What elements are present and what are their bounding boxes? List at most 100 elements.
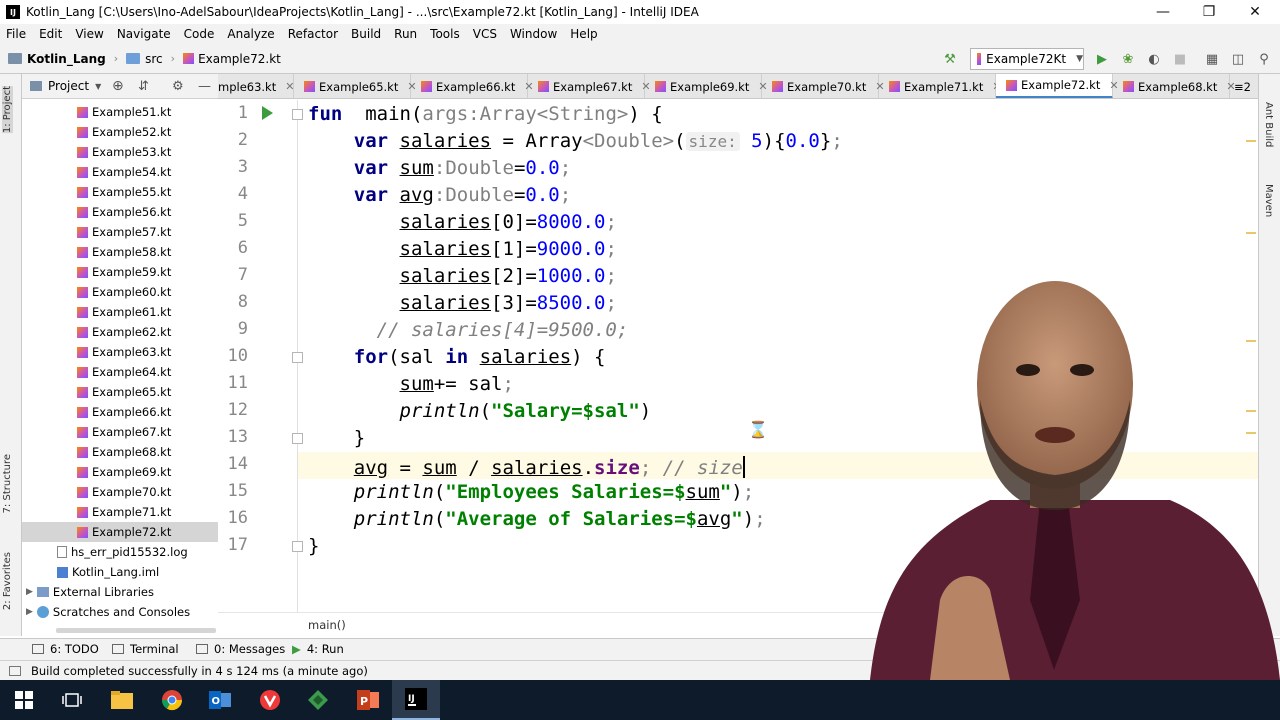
tree-item[interactable]: Example65.kt — [22, 382, 218, 402]
todo-tool-button[interactable]: 6: TODO — [32, 642, 99, 656]
code-line[interactable]: var avg:Double=0.0; — [308, 182, 571, 209]
tab-example63[interactable]: mple63.kt ✕ — [218, 74, 294, 98]
search-everywhere-icon[interactable]: ⚲ — [1256, 51, 1272, 67]
fold-toggle-icon[interactable] — [292, 109, 303, 120]
error-stripe-marker[interactable] — [1246, 140, 1256, 142]
intellij-taskbar-icon[interactable]: IJ — [392, 680, 440, 720]
task-view-icon[interactable] — [48, 680, 96, 720]
tab-example65[interactable]: Example65.kt ✕ — [294, 74, 417, 98]
breadcrumb-project[interactable]: Kotlin_Lang › — [8, 52, 118, 66]
menu-refactor[interactable]: Refactor — [288, 27, 338, 41]
menu-vcs[interactable]: VCS — [473, 27, 497, 41]
code-line[interactable]: // salaries[4]=9500.0; — [308, 317, 629, 344]
tree-item[interactable]: Example56.kt — [22, 202, 218, 222]
outlook-icon[interactable]: O — [196, 680, 244, 720]
tree-item[interactable]: Example63.kt — [22, 342, 218, 362]
fold-toggle-icon[interactable] — [292, 541, 303, 552]
tree-item[interactable]: Example62.kt — [22, 322, 218, 342]
tree-item[interactable]: ▶ External Libraries — [22, 582, 218, 602]
tree-item[interactable]: Example59.kt — [22, 262, 218, 282]
run-gutter-icon[interactable] — [262, 106, 273, 120]
menu-analyze[interactable]: Analyze — [227, 27, 274, 41]
sdk-icon[interactable]: ◫ — [1230, 51, 1246, 67]
menu-edit[interactable]: Edit — [39, 27, 62, 41]
tree-item[interactable]: Example67.kt — [22, 422, 218, 442]
tab-example68[interactable]: Example68.kt ✕ — [1113, 74, 1236, 98]
code-line[interactable]: salaries[0]=8000.0; — [308, 209, 617, 236]
project-structure-icon[interactable]: ▦ — [1204, 51, 1220, 67]
powerpoint-icon[interactable]: P — [344, 680, 392, 720]
function-breadcrumb[interactable]: main() — [308, 618, 346, 632]
code-line[interactable]: salaries[1]=9000.0; — [308, 236, 617, 263]
vivaldi-icon[interactable] — [246, 680, 294, 720]
fold-toggle-icon[interactable] — [292, 433, 303, 444]
code-line[interactable]: println("Employees Salaries=$sum"); — [308, 479, 754, 506]
tab-example66[interactable]: Example66.kt ✕ — [411, 74, 534, 98]
windows-start-icon[interactable] — [0, 680, 48, 720]
more-tabs-button[interactable]: ≡2 — [1230, 74, 1258, 98]
structure-tool-tab[interactable]: 7: Structure — [2, 454, 13, 513]
breadcrumb-file[interactable]: Example72.kt — [183, 52, 281, 66]
run-configuration-select[interactable]: Example72Kt ▼ — [970, 48, 1084, 70]
tree-item[interactable]: Example68.kt — [22, 442, 218, 462]
debug-icon[interactable]: ❀ — [1120, 51, 1136, 67]
tree-item[interactable]: Example57.kt — [22, 222, 218, 242]
tree-item[interactable]: Example69.kt — [22, 462, 218, 482]
build-hammer-icon[interactable]: ⚒ — [942, 51, 958, 67]
code-line[interactable]: sum+= sal; — [308, 371, 514, 398]
tree-item[interactable]: Example55.kt — [22, 182, 218, 202]
minimize-button[interactable]: — — [1140, 0, 1186, 24]
stop-icon[interactable]: ■ — [1172, 51, 1188, 67]
menu-help[interactable]: Help — [570, 27, 597, 41]
tree-item[interactable]: Example70.kt — [22, 482, 218, 502]
tab-example67[interactable]: Example67.kt ✕ — [528, 74, 651, 98]
tree-item[interactable]: Example53.kt — [22, 142, 218, 162]
gear-icon[interactable]: ⚙ — [172, 79, 184, 94]
error-stripe-marker[interactable] — [1246, 232, 1256, 234]
breadcrumb-src[interactable]: src › — [126, 52, 175, 66]
messages-tool-button[interactable]: 0: Messages — [196, 642, 285, 656]
event-log-icon[interactable] — [9, 665, 21, 676]
code-line[interactable]: println("Salary=$sal") — [308, 398, 652, 425]
tree-item[interactable]: Example52.kt — [22, 122, 218, 142]
tree-item[interactable]: ▶ Scratches and Consoles — [22, 602, 218, 622]
maven-tool-tab[interactable]: Maven — [1263, 184, 1274, 217]
code-line[interactable]: var salaries = Array<Double>(size: 5){0.… — [308, 128, 843, 155]
chevron-right-icon[interactable]: ▶ — [26, 607, 33, 617]
maximize-button[interactable]: ❐ — [1186, 0, 1232, 24]
tree-item[interactable]: Kotlin_Lang.iml — [22, 562, 218, 582]
code-line[interactable]: for(sal in salaries) { — [308, 344, 606, 371]
file-explorer-icon[interactable] — [98, 680, 146, 720]
project-view-select[interactable]: Project — [48, 79, 89, 93]
chevron-right-icon[interactable]: ▶ — [26, 587, 33, 597]
code-line[interactable]: avg = sum / salaries.size; // size — [308, 452, 745, 479]
chevron-down-icon[interactable]: ▼ — [95, 82, 101, 91]
green-app-icon[interactable] — [294, 680, 342, 720]
project-tool-tab[interactable]: 1: Project — [2, 86, 13, 134]
coverage-icon[interactable]: ◐ — [1146, 51, 1162, 67]
menu-window[interactable]: Window — [510, 27, 557, 41]
tab-example70[interactable]: Example70.kt ✕ — [762, 74, 885, 98]
horizontal-scrollbar[interactable] — [56, 628, 216, 633]
run-tool-button[interactable]: ▶ 4: Run — [292, 642, 344, 656]
code-line[interactable]: } — [308, 533, 319, 560]
menu-view[interactable]: View — [75, 27, 103, 41]
ant-build-tool-tab[interactable]: Ant Build — [1263, 102, 1274, 147]
tree-item[interactable]: Example71.kt — [22, 502, 218, 522]
tree-item[interactable]: Example61.kt — [22, 302, 218, 322]
menu-code[interactable]: Code — [184, 27, 215, 41]
menu-navigate[interactable]: Navigate — [117, 27, 171, 41]
run-icon[interactable]: ▶ — [1094, 51, 1110, 67]
code-line[interactable]: salaries[2]=1000.0; — [308, 263, 617, 290]
tab-example71[interactable]: Example71.kt✕ — [879, 74, 1002, 98]
code-line[interactable]: salaries[3]=8500.0; — [308, 290, 617, 317]
code-line[interactable]: } — [308, 425, 365, 452]
tree-item-selected[interactable]: Example72.kt — [22, 522, 218, 542]
tab-example72[interactable]: Example72.kt ✕ — [996, 74, 1119, 98]
code-line[interactable]: fun main(args:Array<String>) { — [308, 101, 663, 128]
menu-tools[interactable]: Tools — [430, 27, 460, 41]
close-button[interactable]: ✕ — [1232, 0, 1278, 24]
fold-toggle-icon[interactable] — [292, 352, 303, 363]
favorites-tool-tab[interactable]: 2: Favorites — [2, 552, 13, 610]
tree-item[interactable]: Example54.kt — [22, 162, 218, 182]
